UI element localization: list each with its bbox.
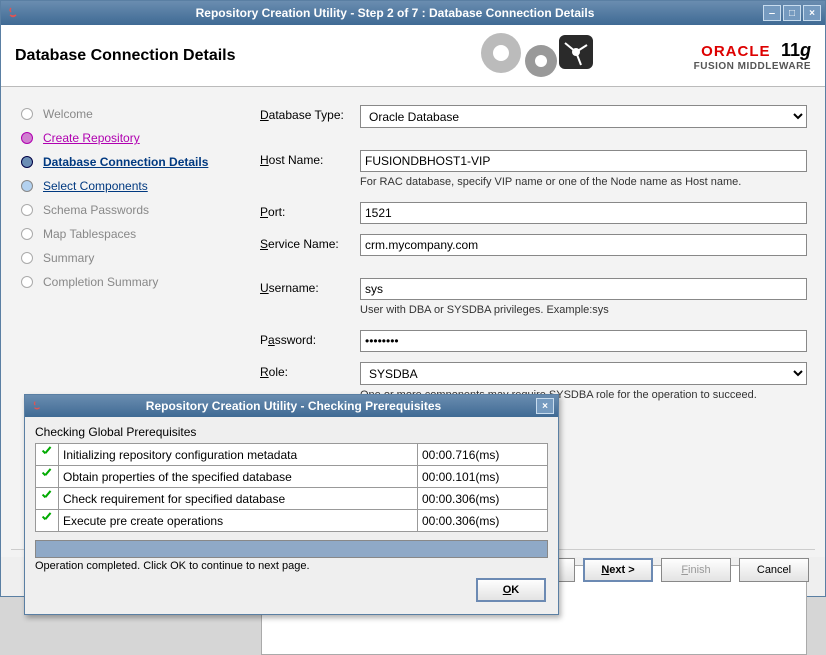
db-type-label: Database Type: — [260, 105, 360, 122]
header: Database Connection Details ORACLE 11g F… — [1, 25, 825, 87]
table-row: Obtain properties of the specified datab… — [36, 466, 548, 488]
check-icon — [40, 468, 54, 482]
password-label: Password: — [260, 330, 360, 347]
check-icon — [40, 446, 54, 460]
java-icon — [29, 398, 45, 414]
prereq-section-label: Checking Global Prerequisites — [35, 425, 548, 439]
java-icon — [5, 5, 21, 21]
check-icon — [40, 512, 54, 526]
dialog-close-button[interactable]: × — [536, 398, 554, 414]
brand-version: 11g — [781, 40, 811, 60]
service-label: Service Name: — [260, 234, 360, 251]
host-label: Host Name: — [260, 150, 360, 167]
port-label: Port: — [260, 202, 360, 219]
titlebar: Repository Creation Utility - Step 2 of … — [1, 1, 825, 25]
username-hint: User with DBA or SYSDBA privileges. Exam… — [360, 304, 807, 316]
prereq-table: Initializing repository configuration me… — [35, 443, 548, 532]
step-select-components[interactable]: Select Components — [21, 179, 236, 193]
table-row: Check requirement for specified database… — [36, 488, 548, 510]
step-map-tablespaces: Map Tablespaces — [21, 227, 236, 241]
page-title: Database Connection Details — [15, 47, 441, 65]
gears-graphic — [441, 27, 621, 85]
role-label: Role: — [260, 362, 360, 379]
brand: ORACLE 11g FUSION MIDDLEWARE — [621, 40, 811, 72]
minimize-button[interactable]: ‒ — [763, 5, 781, 21]
port-input[interactable] — [360, 202, 807, 224]
table-row: Initializing repository configuration me… — [36, 444, 548, 466]
dialog-title: Repository Creation Utility - Checking P… — [51, 399, 536, 413]
step-summary: Summary — [21, 251, 236, 265]
step-schema-passwords: Schema Passwords — [21, 203, 236, 217]
next-button[interactable]: Next > — [583, 558, 653, 582]
check-icon — [40, 490, 54, 504]
password-input[interactable] — [360, 330, 807, 352]
finish-button: Finish — [661, 558, 731, 582]
cancel-button[interactable]: Cancel — [739, 558, 809, 582]
maximize-button[interactable]: □ — [783, 5, 801, 21]
username-label: Username: — [260, 278, 360, 295]
db-type-select[interactable]: Oracle Database — [360, 105, 807, 128]
table-row: Execute pre create operations00:00.306(m… — [36, 510, 548, 532]
step-db-connection[interactable]: Database Connection Details — [21, 155, 236, 169]
brand-subtitle: FUSION MIDDLEWARE — [621, 61, 811, 72]
step-completion-summary: Completion Summary — [21, 275, 236, 289]
prerequisites-dialog: Repository Creation Utility - Checking P… — [24, 394, 559, 615]
brand-oracle: ORACLE — [701, 43, 770, 60]
progress-bar — [35, 540, 548, 558]
host-input[interactable] — [360, 150, 807, 172]
step-create-repository[interactable]: Create Repository — [21, 131, 236, 145]
role-select[interactable]: SYSDBA — [360, 362, 807, 385]
status-text: Operation completed. Click OK to continu… — [35, 560, 548, 572]
dialog-titlebar: Repository Creation Utility - Checking P… — [25, 395, 558, 417]
service-input[interactable] — [360, 234, 807, 256]
ok-button[interactable]: OK — [476, 578, 546, 602]
close-button[interactable]: × — [803, 5, 821, 21]
window-title: Repository Creation Utility - Step 2 of … — [27, 6, 763, 20]
username-input[interactable] — [360, 278, 807, 300]
host-hint: For RAC database, specify VIP name or on… — [360, 176, 807, 188]
step-welcome: Welcome — [21, 107, 236, 121]
